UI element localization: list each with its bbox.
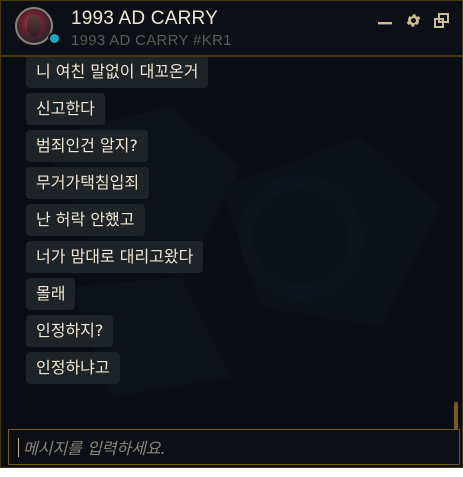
settings-button[interactable] [404,11,422,29]
message-area[interactable]: 니 여친 말없이 대꼬온거 신고한다 범죄인건 알지? 무거가택침입죄 난 허락… [1,57,462,429]
message-bubble: 몰래 [26,278,76,310]
gear-icon [406,13,420,27]
minimize-button[interactable] [376,11,394,29]
message-bubble: 신고한다 [26,93,105,125]
popout-icon [433,12,449,28]
friend-name: 1993 AD CARRY [71,8,218,29]
online-status-indicator [48,32,61,45]
chat-header: 1993 AD CARRY 1993 AD CARRY #KR1 [1,1,462,55]
message-input[interactable] [21,430,455,466]
message-bubble: 너가 맘대로 대리고왔다 [26,241,204,273]
message-bubble: 난 허락 안했고 [26,204,145,236]
chat-window: 1993 AD CARRY 1993 AD CARRY #KR1 니 여친 말없… [0,0,463,468]
message-bubble: 니 여친 말없이 대꼬온거 [26,57,209,88]
message-list: 니 여친 말없이 대꼬온거 신고한다 범죄인건 알지? 무거가택침입죄 난 허락… [26,57,209,384]
message-bubble: 인정하냐고 [26,352,120,384]
window-controls [376,11,450,29]
message-bubble: 범죄인건 알지? [26,130,148,162]
message-bubble: 인정하지? [26,315,114,347]
message-bubble: 무거가택침입죄 [26,167,150,199]
friend-riot-id: 1993 AD CARRY #KR1 [71,32,232,49]
minimize-icon [378,22,392,25]
popout-button[interactable] [432,11,450,29]
scrollbar-thumb[interactable] [454,402,458,429]
message-input-container[interactable] [8,429,460,466]
avatar-portrait [27,15,41,37]
text-caret [18,438,19,457]
